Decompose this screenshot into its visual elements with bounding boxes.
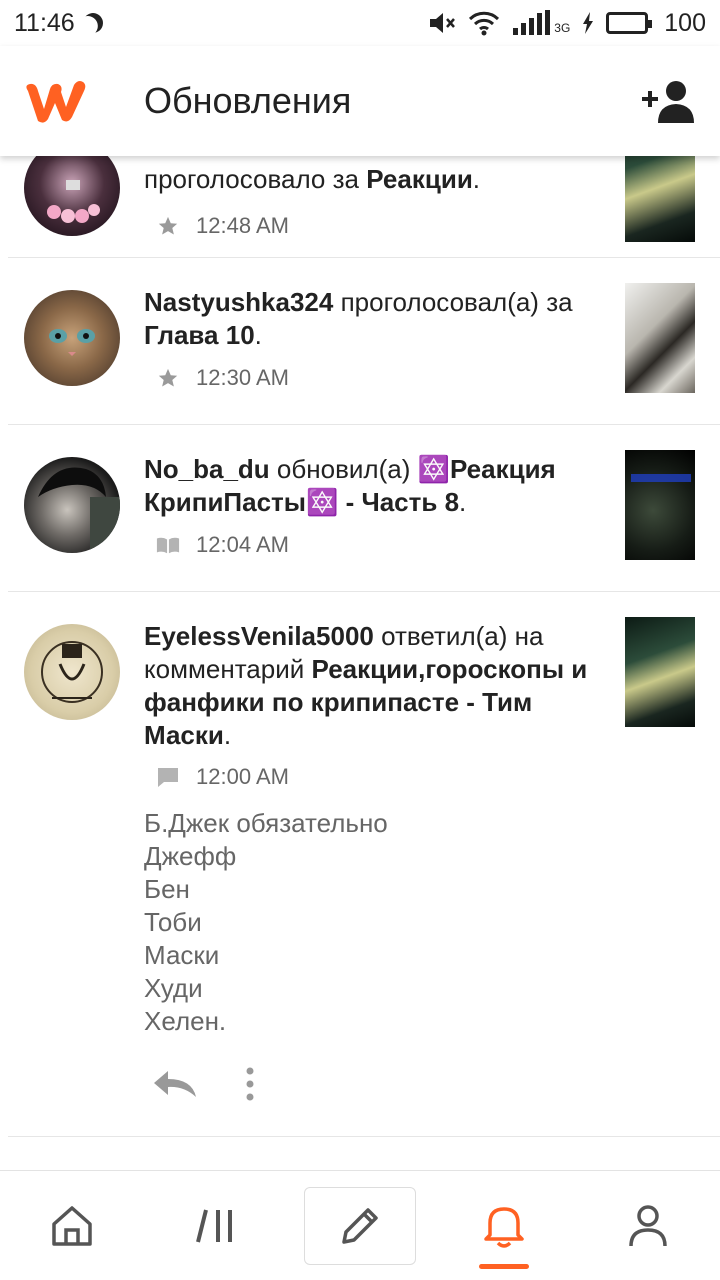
story-cover[interactable]	[625, 283, 695, 393]
charging-icon	[583, 12, 594, 34]
feed-item-time: 12:00 AM	[196, 764, 289, 789]
story-cover[interactable]	[625, 617, 695, 727]
feed-item-meta: 12:04 AM	[156, 532, 289, 558]
profile-icon	[629, 1205, 667, 1247]
battery-icon	[606, 12, 653, 34]
add-user-icon[interactable]	[640, 77, 696, 125]
feed-item-time: 12:48 AM	[196, 213, 289, 238]
comment-line: Б.Джек обязательно	[144, 808, 388, 838]
do-not-disturb-icon	[79, 9, 106, 36]
comment-line: Худи	[144, 973, 203, 1003]
username-link[interactable]: Nastyushka324	[144, 287, 333, 317]
feed-item[interactable]: EyelessVenila5000 ответил(а) на коммента…	[8, 592, 720, 1137]
feed-item-meta: 12:00 AM	[156, 764, 289, 790]
bottom-navigation	[0, 1170, 720, 1280]
battery-level: 100	[664, 8, 706, 37]
comment-line: Бен	[144, 874, 190, 904]
library-icon	[196, 1209, 232, 1243]
story-cover[interactable]	[625, 156, 695, 242]
nav-profile[interactable]	[576, 1171, 720, 1280]
star-icon	[156, 214, 180, 238]
wifi-icon	[469, 11, 500, 36]
active-tab-indicator	[479, 1264, 529, 1269]
page-title: Обновления	[144, 80, 352, 121]
comment-line: Хелен.	[144, 1006, 227, 1036]
avatar[interactable]	[24, 290, 120, 386]
more-options-icon[interactable]	[244, 1067, 256, 1101]
username-link[interactable]: No_ba_du	[144, 454, 270, 484]
feed-item-text: Nastyushka324 проголосовал(а) за Глава 1…	[144, 287, 573, 350]
comment-line: Тоби	[144, 907, 202, 937]
comment-actions	[152, 1067, 256, 1101]
feed-item[interactable]: Nastyushka324 проголосовал(а) за Глава 1…	[8, 258, 720, 425]
status-time: 11:46	[14, 8, 75, 37]
feed-item-time: 12:04 AM	[196, 532, 289, 557]
nav-home[interactable]	[0, 1171, 144, 1280]
feed-item-meta: 12:30 AM	[156, 365, 289, 391]
wattpad-logo-icon[interactable]	[22, 77, 88, 125]
star-icon	[156, 366, 180, 390]
feed-item-text: No_ba_du обновил(а) 🔯Реакция КрипиПасты🔯…	[144, 454, 556, 517]
story-link[interactable]: Глава 10	[144, 320, 255, 350]
notifications-icon	[484, 1207, 524, 1248]
signal-icon	[513, 10, 551, 35]
home-icon	[52, 1206, 92, 1246]
story-link[interactable]: Реакции	[366, 164, 473, 194]
feed-item-text: проголосовало за Реакции.	[144, 164, 481, 194]
avatar[interactable]	[24, 457, 120, 553]
status-bar: 11:46 3G 100	[0, 0, 720, 46]
app-bar: Обновления	[0, 46, 720, 156]
feed-item[interactable]: No_ba_du обновил(а) 🔯Реакция КрипиПасты🔯…	[8, 425, 720, 592]
write-icon	[342, 1208, 378, 1244]
feed-item-text: EyelessVenila5000 ответил(а) на коммента…	[144, 621, 588, 750]
username-link[interactable]: EyelessVenila5000	[144, 621, 374, 651]
nav-notifications[interactable]	[432, 1171, 576, 1280]
nav-library[interactable]	[144, 1171, 288, 1280]
comment-icon	[156, 765, 180, 789]
comment-line: Маски	[144, 940, 220, 970]
feed-item-time: 12:30 AM	[196, 365, 289, 390]
feed-item-meta: 12:48 AM	[156, 213, 289, 239]
nav-write[interactable]	[288, 1171, 432, 1280]
feed-item[interactable]: проголосовало за Реакции. 12:48 AM	[8, 156, 720, 258]
avatar[interactable]	[24, 624, 120, 720]
mute-icon	[430, 13, 456, 33]
avatar[interactable]	[24, 156, 120, 236]
network-type: 3G	[554, 21, 571, 35]
story-cover[interactable]	[625, 450, 695, 560]
comment-line: Джефф	[144, 841, 237, 871]
book-icon	[156, 533, 180, 557]
reply-icon[interactable]	[152, 1069, 198, 1099]
updates-feed[interactable]: проголосовало за Реакции. 12:48 AM Nasty…	[0, 156, 720, 1170]
comment-text: Б.Джек обязательно Джефф Бен Тоби Маски …	[144, 807, 388, 1038]
